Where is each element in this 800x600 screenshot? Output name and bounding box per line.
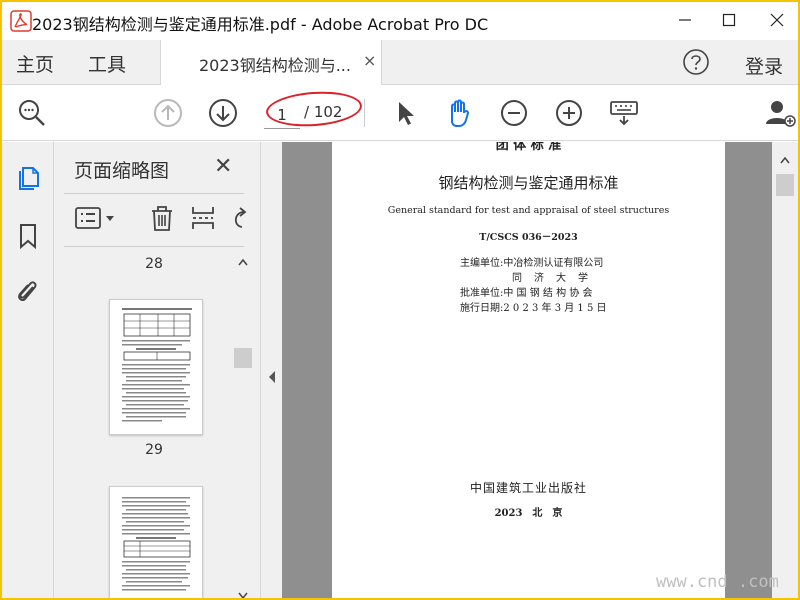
doc-publisher: 中国建筑工业出版社 (469, 481, 587, 495)
delete-icon[interactable] (148, 204, 176, 232)
minimize-button[interactable] (662, 2, 708, 38)
attachment-icon[interactable] (14, 278, 42, 306)
insert-page-icon[interactable] (190, 204, 216, 232)
collapse-panel-icon[interactable] (267, 370, 277, 384)
close-icon (770, 13, 784, 27)
pdf-page: 团 体 标 准 钢结构检测与鉴定通用标准 General standard fo… (332, 142, 725, 598)
doc-title-en: General standard for test and appraisal … (387, 205, 670, 216)
thumbnail-label-29: 29 (145, 442, 163, 458)
document-scroll-thumb[interactable] (776, 174, 794, 196)
maximize-icon (722, 13, 736, 27)
title-bar: 2023钢结构检测与鉴定通用标准.pdf - Adobe Acrobat Pro… (2, 2, 798, 40)
hand-tool-icon[interactable] (443, 97, 475, 129)
thumbnail-scrollbar[interactable] (234, 250, 252, 600)
panel-splitter[interactable] (260, 142, 282, 598)
doc-row-1: 主编单位:中冶检测认证有限公司 (460, 258, 604, 269)
thumbnail-list: 28 29 (54, 250, 234, 598)
doc-row-4: 施行日期:2 0 2 3 年 3 月 1 5 日 (460, 303, 607, 314)
doc-title-cn: 钢结构检测与鉴定通用标准 (438, 174, 619, 192)
panel-divider (64, 193, 244, 194)
share-user-icon[interactable] (764, 97, 796, 129)
find-zoom-icon[interactable] (16, 97, 48, 129)
select-arrow-icon[interactable] (390, 97, 422, 129)
rotate-icon[interactable] (230, 204, 248, 232)
panel-close-button[interactable]: ✕ (214, 154, 232, 179)
app-window: 2023钢结构检测与鉴定通用标准.pdf - Adobe Acrobat Pro… (0, 0, 800, 600)
page-down-icon[interactable] (207, 97, 239, 129)
tab-document-label: 2023钢结构检测与... (199, 56, 351, 75)
left-rail (2, 142, 54, 598)
scroll-down-arrow-icon[interactable] (238, 592, 248, 600)
panel-title: 页面缩略图 (74, 160, 170, 182)
thumbnail-page-30[interactable] (109, 486, 203, 598)
doc-row-3: 批准单位:中 国 钢 结 构 协 会 (460, 288, 593, 299)
tab-tools[interactable]: 工具 (88, 50, 126, 77)
page-thumbnails-icon[interactable] (14, 164, 42, 192)
thumbnail-page-30-content (122, 497, 191, 591)
tab-close-button[interactable]: × (363, 51, 376, 70)
toolbar-divider (364, 99, 365, 127)
login-button[interactable]: 登录 (745, 52, 783, 79)
doc-scroll-up-icon[interactable] (780, 156, 790, 164)
document-viewport[interactable]: 团 体 标 准 钢结构检测与鉴定通用标准 General standard fo… (282, 142, 772, 598)
thumbnail-scroll-thumb[interactable] (234, 348, 252, 368)
doc-row-2: 同 济 大 学 (512, 273, 589, 284)
close-window-button[interactable] (754, 2, 798, 38)
watermark: www.cnd .com (656, 572, 779, 592)
panel-divider-2 (64, 246, 244, 247)
thumbnail-panel: 页面缩略图 ✕ 28 29 (54, 142, 260, 600)
doc-top-cut: 团 体 标 准 (495, 142, 562, 153)
help-icon[interactable] (682, 48, 710, 76)
thumbnail-page-29-content (122, 308, 192, 422)
thumbnail-page-29[interactable] (109, 299, 203, 435)
minimize-icon (679, 19, 691, 21)
options-menu-icon[interactable] (74, 204, 118, 232)
doc-city: 2023 北 京 (494, 508, 563, 519)
zoom-in-icon[interactable] (553, 97, 585, 129)
bookmark-icon[interactable] (14, 222, 42, 250)
maximize-button[interactable] (706, 2, 752, 38)
toolbar: 1 / 102 (2, 85, 798, 141)
acrobat-icon (10, 10, 32, 32)
keyboard-icon[interactable] (608, 97, 640, 129)
document-scrollbar[interactable] (772, 142, 798, 598)
doc-code: T/CSCS 036－2023 (479, 232, 578, 243)
window-title: 2023钢结构检测与鉴定通用标准.pdf - Adobe Acrobat Pro… (32, 15, 489, 34)
scroll-up-arrow-icon[interactable] (238, 258, 248, 266)
tab-document[interactable]: 2023钢结构检测与... × (160, 40, 382, 85)
zoom-out-icon[interactable] (498, 97, 530, 129)
tab-bar: 主页 工具 2023钢结构检测与... × 登录 (2, 40, 798, 85)
tab-home[interactable]: 主页 (16, 50, 54, 77)
thumbnail-label-28: 28 (145, 256, 163, 272)
page-up-icon[interactable] (152, 97, 184, 129)
